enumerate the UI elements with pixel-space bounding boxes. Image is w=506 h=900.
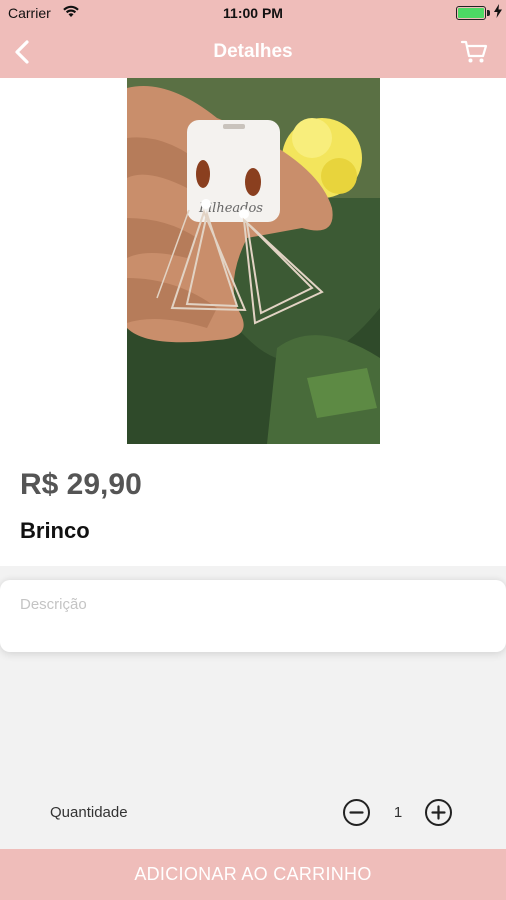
product-name: Brinco <box>20 518 90 543</box>
bolt-icon <box>494 4 502 21</box>
product-price: R$ 29,90 <box>20 468 142 501</box>
battery-icon <box>456 6 486 20</box>
nav-bar: Detalhes <box>0 26 506 78</box>
quantity-label: Quantidade <box>50 804 128 821</box>
status-time: 11:00 PM <box>223 5 283 21</box>
minus-circle-icon[interactable] <box>342 798 371 827</box>
plus-circle-icon[interactable] <box>424 798 453 827</box>
product-image[interactable]: Filheados <box>127 78 380 444</box>
battery-tip <box>487 10 490 16</box>
add-to-cart-button[interactable]: ADICIONAR AO CARRINHO <box>0 849 506 900</box>
cart-icon[interactable] <box>460 38 488 66</box>
product-card: Filheados R$ 29,90 Brinco <box>0 78 506 566</box>
status-bar: Carrier 11:00 PM <box>0 0 506 26</box>
quantity-value: 1 <box>393 804 403 821</box>
description-card: Descrição <box>0 580 506 652</box>
page-title: Detalhes <box>213 41 293 62</box>
description-label: Descrição <box>20 596 87 613</box>
